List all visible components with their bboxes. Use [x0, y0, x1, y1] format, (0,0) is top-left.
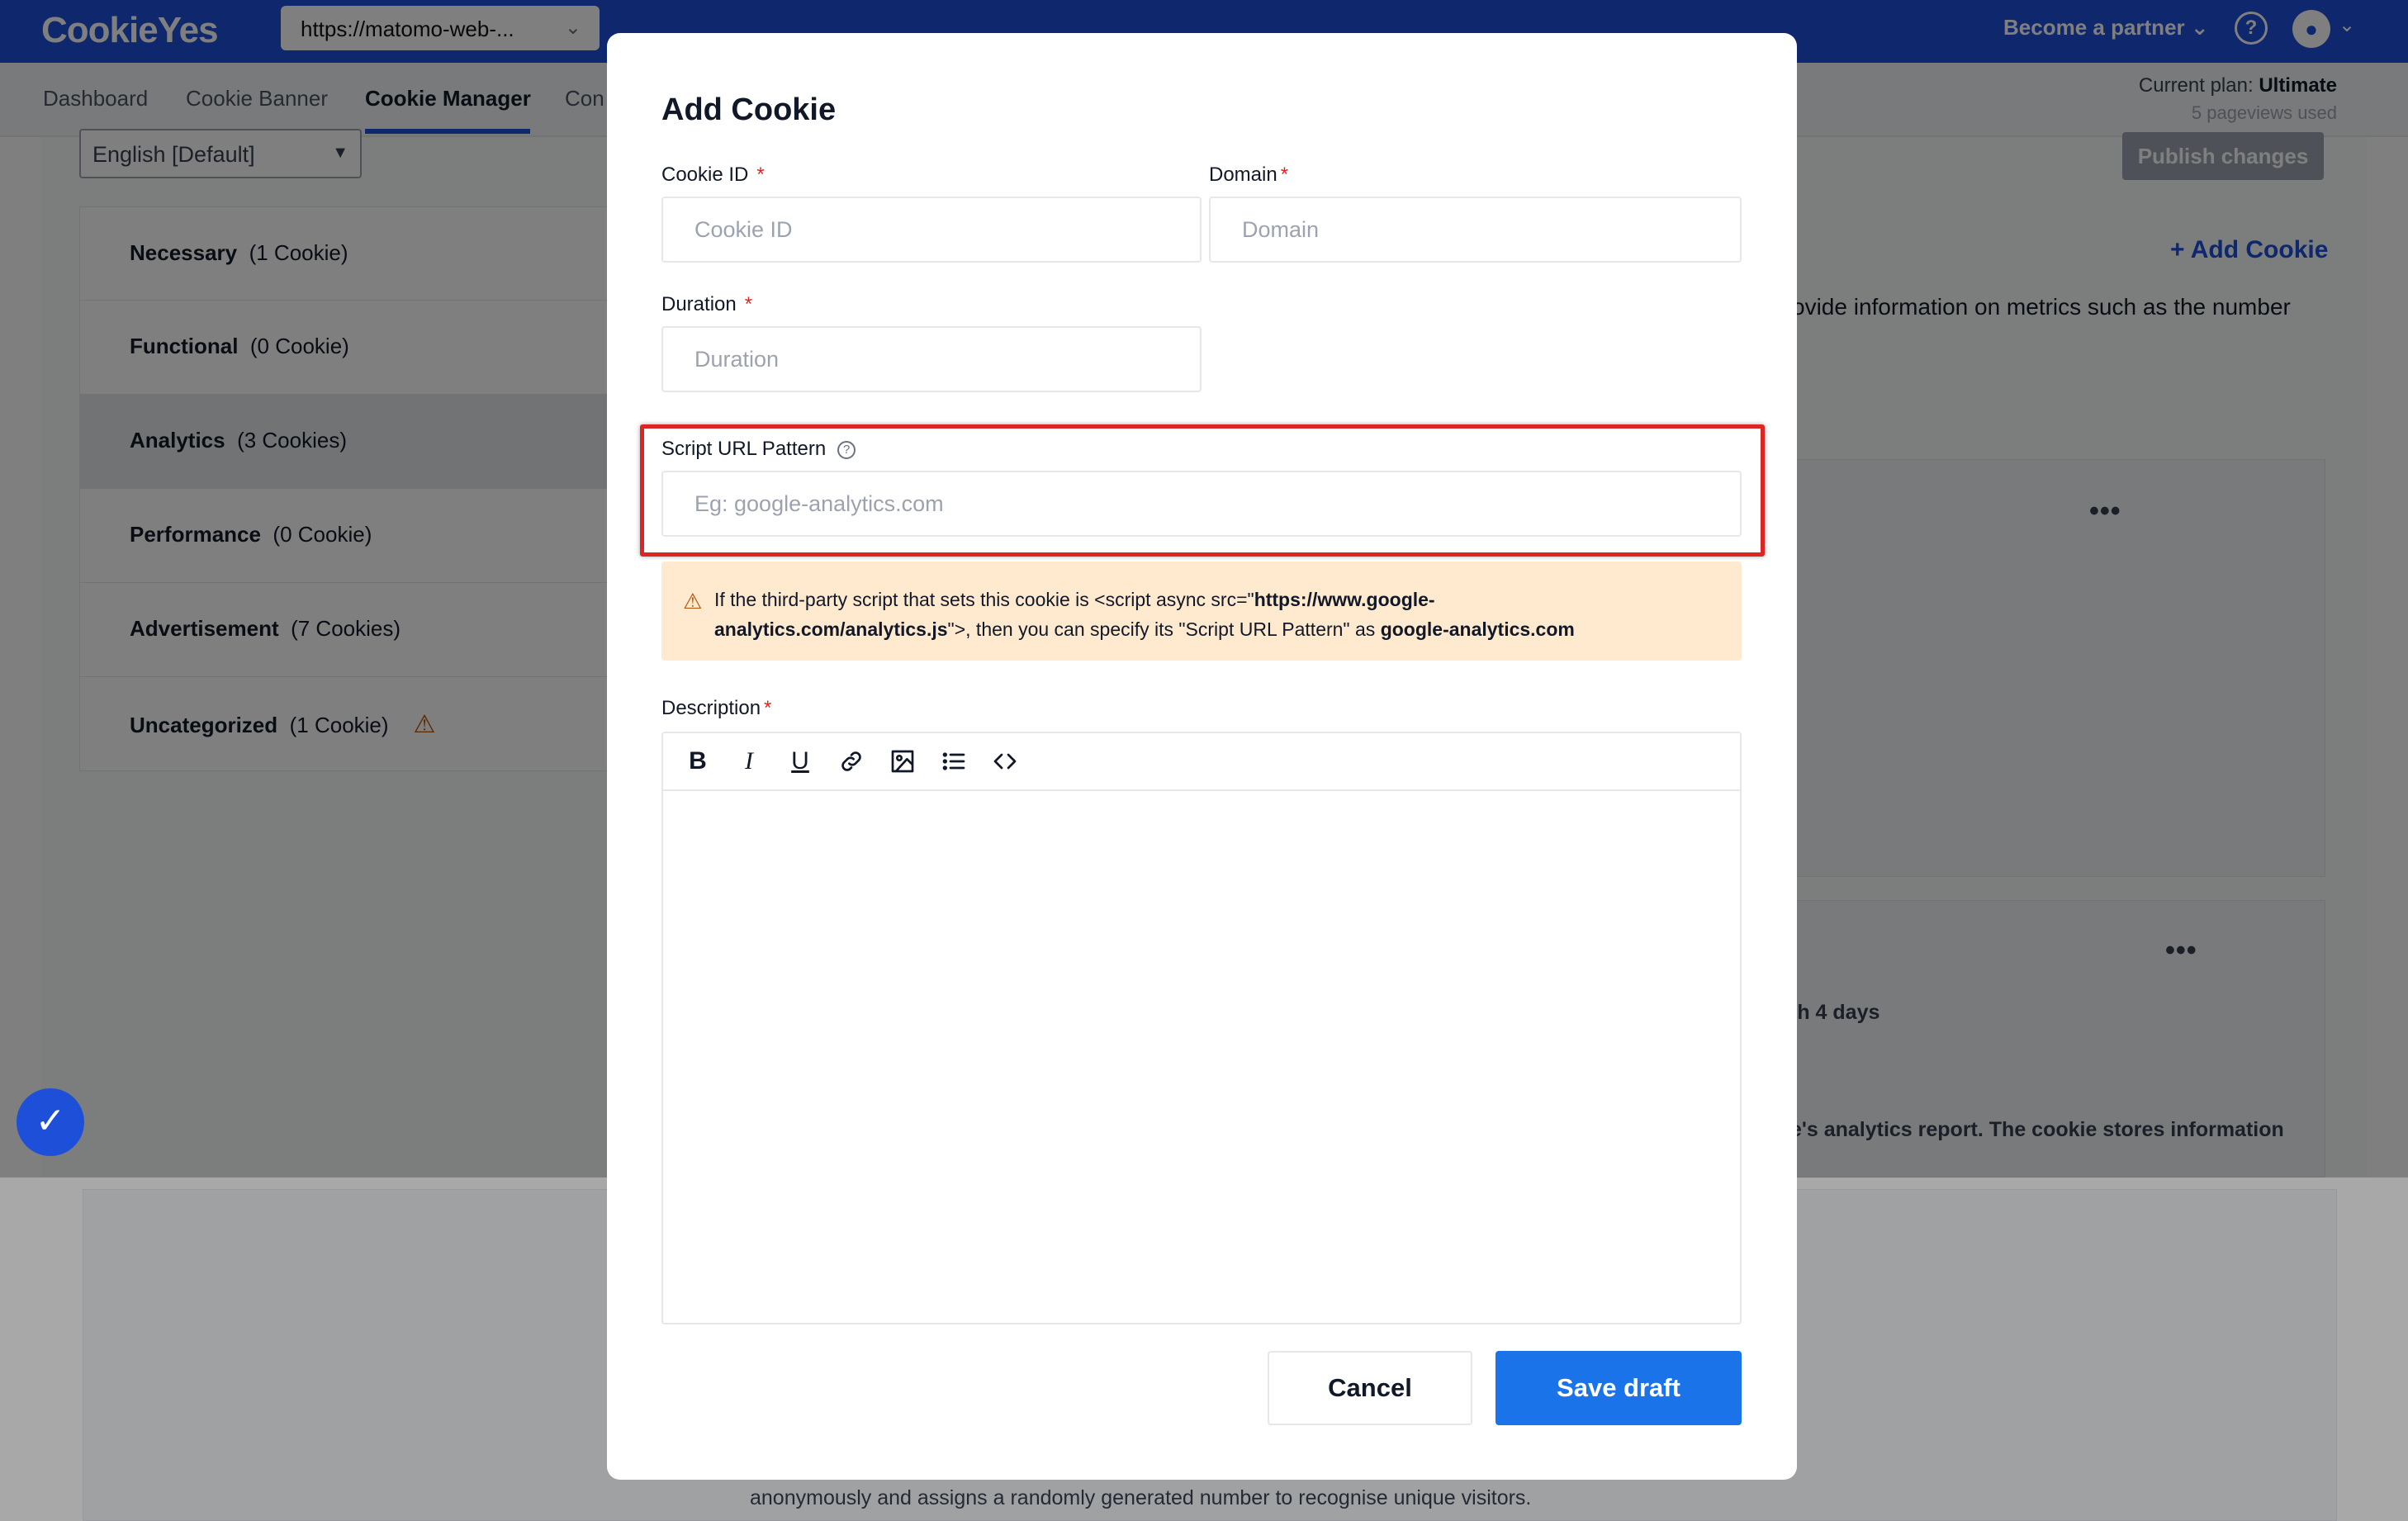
underline-icon[interactable]: U	[785, 746, 815, 776]
italic-icon[interactable]: I	[734, 746, 764, 776]
description-editor: B I U	[661, 732, 1742, 1324]
editor-content-area[interactable]	[663, 791, 1740, 1323]
description-label: Description *	[661, 697, 772, 719]
code-icon[interactable]	[990, 746, 1020, 776]
domain-input[interactable]	[1209, 197, 1742, 263]
duration-input[interactable]	[661, 326, 1202, 392]
warning-icon: ⚠	[683, 589, 703, 614]
editor-toolbar: B I U	[663, 733, 1740, 791]
save-draft-button[interactable]: Save draft	[1496, 1351, 1742, 1425]
cookie-id-label: Cookie ID *	[661, 163, 765, 186]
modal-title: Add Cookie	[661, 92, 837, 127]
bold-icon[interactable]: B	[683, 746, 713, 776]
duration-label: Duration *	[661, 293, 753, 315]
consent-widget-icon[interactable]: ✓	[17, 1088, 84, 1156]
image-icon[interactable]	[888, 746, 917, 776]
bullet-list-icon[interactable]	[939, 746, 969, 776]
cookie-id-input[interactable]	[661, 197, 1202, 263]
cancel-button[interactable]: Cancel	[1268, 1351, 1472, 1425]
domain-label: Domain *	[1209, 163, 1289, 186]
help-icon[interactable]: ?	[837, 440, 856, 459]
add-cookie-modal: Add Cookie Cookie ID* Domain* Duration* …	[607, 33, 1797, 1480]
script-url-notice: ⚠ If the third-party script that sets th…	[661, 561, 1742, 661]
script-url-label: Script URL Pattern?	[661, 438, 856, 461]
script-url-input[interactable]	[661, 471, 1742, 537]
link-icon[interactable]	[837, 746, 866, 776]
